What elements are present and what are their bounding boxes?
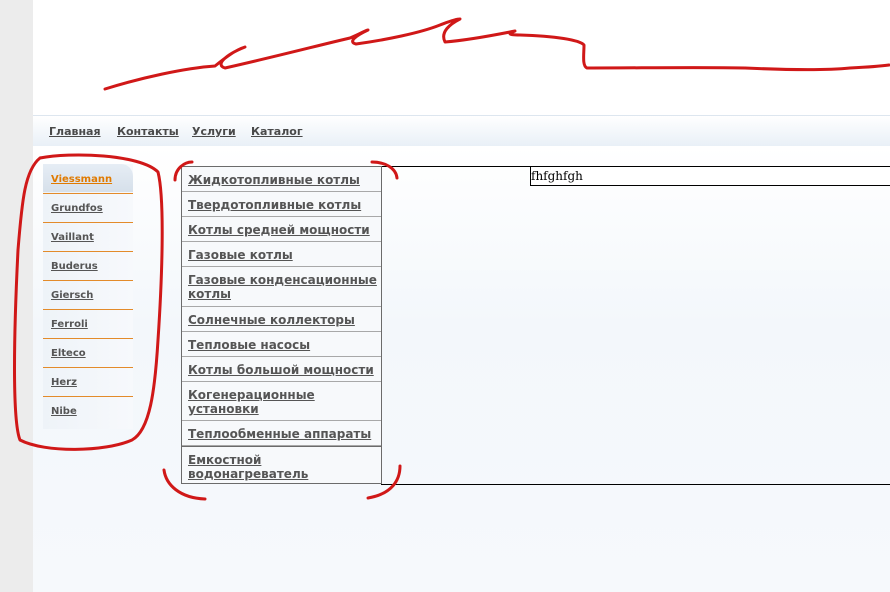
- brand-divider: [43, 367, 133, 368]
- category-row: Газовые котлы: [182, 242, 381, 267]
- brand-link-herz[interactable]: Herz: [51, 377, 77, 388]
- category-link[interactable]: Газовые конденсационные котлы: [188, 273, 383, 301]
- category-link[interactable]: Котлы средней мощности: [188, 223, 383, 237]
- brand-divider: [43, 309, 133, 310]
- category-link[interactable]: Солнечные коллекторы: [188, 313, 383, 327]
- category-row: Тепловые насосы: [182, 332, 381, 357]
- category-row: Когенерационные установки: [182, 382, 381, 421]
- nav-link-services[interactable]: Услуги: [192, 125, 236, 138]
- category-row: Газовые конденсационные котлы: [182, 267, 381, 307]
- category-link[interactable]: Емкостной водонагреватель: [188, 453, 383, 481]
- brand-link-giersch[interactable]: Giersch: [51, 290, 93, 301]
- brand-divider: [43, 396, 133, 397]
- nav-link-home[interactable]: Главная: [49, 125, 101, 138]
- content-cell: [530, 166, 890, 186]
- category-row: Солнечные коллекторы: [182, 307, 381, 332]
- category-link[interactable]: Теплообменные аппараты: [188, 427, 383, 441]
- brand-divider: [43, 251, 133, 252]
- content-frame: [381, 166, 890, 485]
- brand-divider: [43, 280, 133, 281]
- header-area: [33, 0, 890, 115]
- brand-link-buderus[interactable]: Buderus: [51, 261, 98, 272]
- category-row: Жидкотопливные котлы: [182, 167, 381, 192]
- top-nav: Главная Контакты Услуги Каталог: [33, 115, 890, 146]
- category-link[interactable]: Тепловые насосы: [188, 338, 383, 352]
- brand-divider: [43, 193, 133, 194]
- left-gutter: [0, 0, 33, 592]
- category-row: Емкостной водонагреватель: [182, 446, 381, 483]
- brand-link-nibe[interactable]: Nibe: [51, 406, 77, 417]
- brand-divider: [43, 222, 133, 223]
- nav-link-contacts[interactable]: Контакты: [117, 125, 179, 138]
- brand-link-viessmann[interactable]: Viessmann: [51, 174, 112, 185]
- category-link[interactable]: Котлы большой мощности: [188, 363, 383, 377]
- content-text: fhfghfgh: [531, 169, 583, 183]
- brand-divider: [43, 338, 133, 339]
- category-table: Жидкотопливные котлы Твердотопливные кот…: [181, 166, 382, 484]
- brand-link-ferroli[interactable]: Ferroli: [51, 319, 88, 330]
- category-row: Котлы средней мощности: [182, 217, 381, 242]
- category-row: Твердотопливные котлы: [182, 192, 381, 217]
- brand-link-vaillant[interactable]: Vaillant: [51, 232, 94, 243]
- brand-link-elteco[interactable]: Elteco: [51, 348, 86, 359]
- category-link[interactable]: Жидкотопливные котлы: [188, 173, 383, 187]
- category-row: Теплообменные аппараты: [182, 421, 381, 446]
- category-row: Котлы большой мощности: [182, 357, 381, 382]
- category-link[interactable]: Твердотопливные котлы: [188, 198, 383, 212]
- nav-link-catalog[interactable]: Каталог: [251, 125, 303, 138]
- category-link[interactable]: Когенерационные установки: [188, 388, 383, 416]
- category-link[interactable]: Газовые котлы: [188, 248, 383, 262]
- brand-link-grundfos[interactable]: Grundfos: [51, 203, 103, 214]
